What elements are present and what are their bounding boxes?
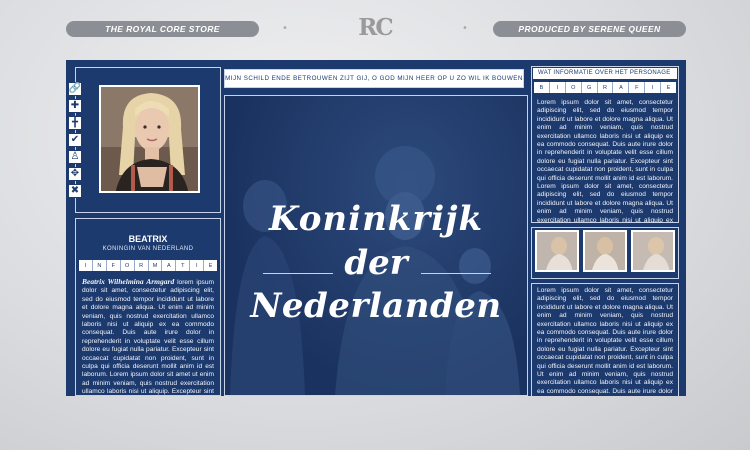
info-letter: F (107, 260, 121, 271)
move-icon[interactable]: ✥ (68, 167, 82, 181)
info-tab-strip: I N F O R M A T I E (78, 259, 218, 272)
bio-letter: A (613, 82, 630, 93)
title-line-koninkrijk: Koninkrijk (268, 199, 484, 239)
toolbar: 🔗 ✚ ╋ ✔ ♙ ✥ ✖ (66, 82, 84, 204)
gallery-thumbnail[interactable] (583, 230, 627, 272)
title-line-nederlanden: Nederlanden (250, 286, 502, 326)
link-icon[interactable]: 🔗 (68, 82, 82, 96)
bio-letter: I (645, 82, 662, 93)
separator-dot-left: • (282, 23, 288, 34)
info-letter: I (190, 260, 205, 271)
info-letter: T (176, 260, 191, 271)
character-info-header: WAT INFORMATIE OVER HET PERSONAGE (533, 68, 677, 79)
bio-letter: I (550, 82, 566, 93)
bio-letter: F (629, 82, 646, 93)
gallery-thumbnail[interactable] (631, 230, 675, 272)
bio-full-name: Beatrix Wilhelmina Armgard (82, 277, 175, 286)
title-banner: Koninkrijk der Nederlanden (224, 95, 528, 396)
bio-letter: O (566, 82, 582, 93)
info-letter: M (149, 260, 163, 271)
separator-dot-right: • (462, 23, 468, 34)
info-letter: E (208, 263, 213, 269)
biography-text-2: Lorem ipsum dolor sit amet, consectetur … (537, 287, 673, 395)
bio-letter: R (598, 82, 614, 93)
gallery-thumbnail[interactable] (535, 230, 579, 272)
biografie-tab-strip: B I O G R A F I E (533, 81, 677, 94)
info-letter: O (121, 260, 135, 271)
character-title: KONINGIN VAN NEDERLAND (102, 246, 194, 252)
info-letter: R (135, 260, 149, 271)
motto-bar: MIJN SCHILD ENDE BETROUWEN ZIJT GIJ, O G… (224, 69, 524, 88)
info-letter: I (79, 260, 93, 271)
bio-text: lorem ipsum dolor sit amet, consectetur … (82, 279, 214, 396)
bio-letter: E (666, 85, 671, 91)
profile-frame: 🔗 ✚ ╋ ✔ ♙ ✥ ✖ BEATRIX KONINGIN VAN NEDER… (66, 60, 686, 396)
biography-column: WAT INFORMATIE OVER HET PERSONAGE B I O … (531, 66, 679, 396)
producer-pill: PRODUCED BY SERENE QUEEN (493, 21, 686, 37)
user-icon[interactable]: ♙ (68, 150, 82, 164)
profile-photo (99, 85, 200, 193)
close-icon[interactable]: ✖ (68, 184, 82, 198)
info-letter: A (162, 260, 177, 271)
biography-text-1: Lorem ipsum dolor sit amet, consectetur … (537, 99, 673, 223)
photo-gallery (535, 230, 675, 272)
bio-letter: B (534, 82, 550, 93)
rc-logo: RC (358, 14, 393, 41)
character-card: BEATRIX KONINGIN VAN NEDERLAND I N F O R… (75, 218, 221, 396)
check-icon[interactable]: ✔ (68, 133, 82, 147)
character-bio: Beatrix Wilhelmina Armgard lorem ipsum d… (82, 277, 214, 396)
expand-icon[interactable]: ╋ (68, 116, 82, 130)
plus-icon[interactable]: ✚ (68, 99, 82, 113)
title-rule-right (421, 273, 491, 274)
bio-letter: G (582, 82, 598, 93)
character-name: BEATRIX (128, 234, 168, 244)
title-line-der: der (344, 243, 408, 283)
store-name-pill: THE ROYAL CORE STORE (66, 21, 259, 37)
info-letter: N (93, 260, 107, 271)
